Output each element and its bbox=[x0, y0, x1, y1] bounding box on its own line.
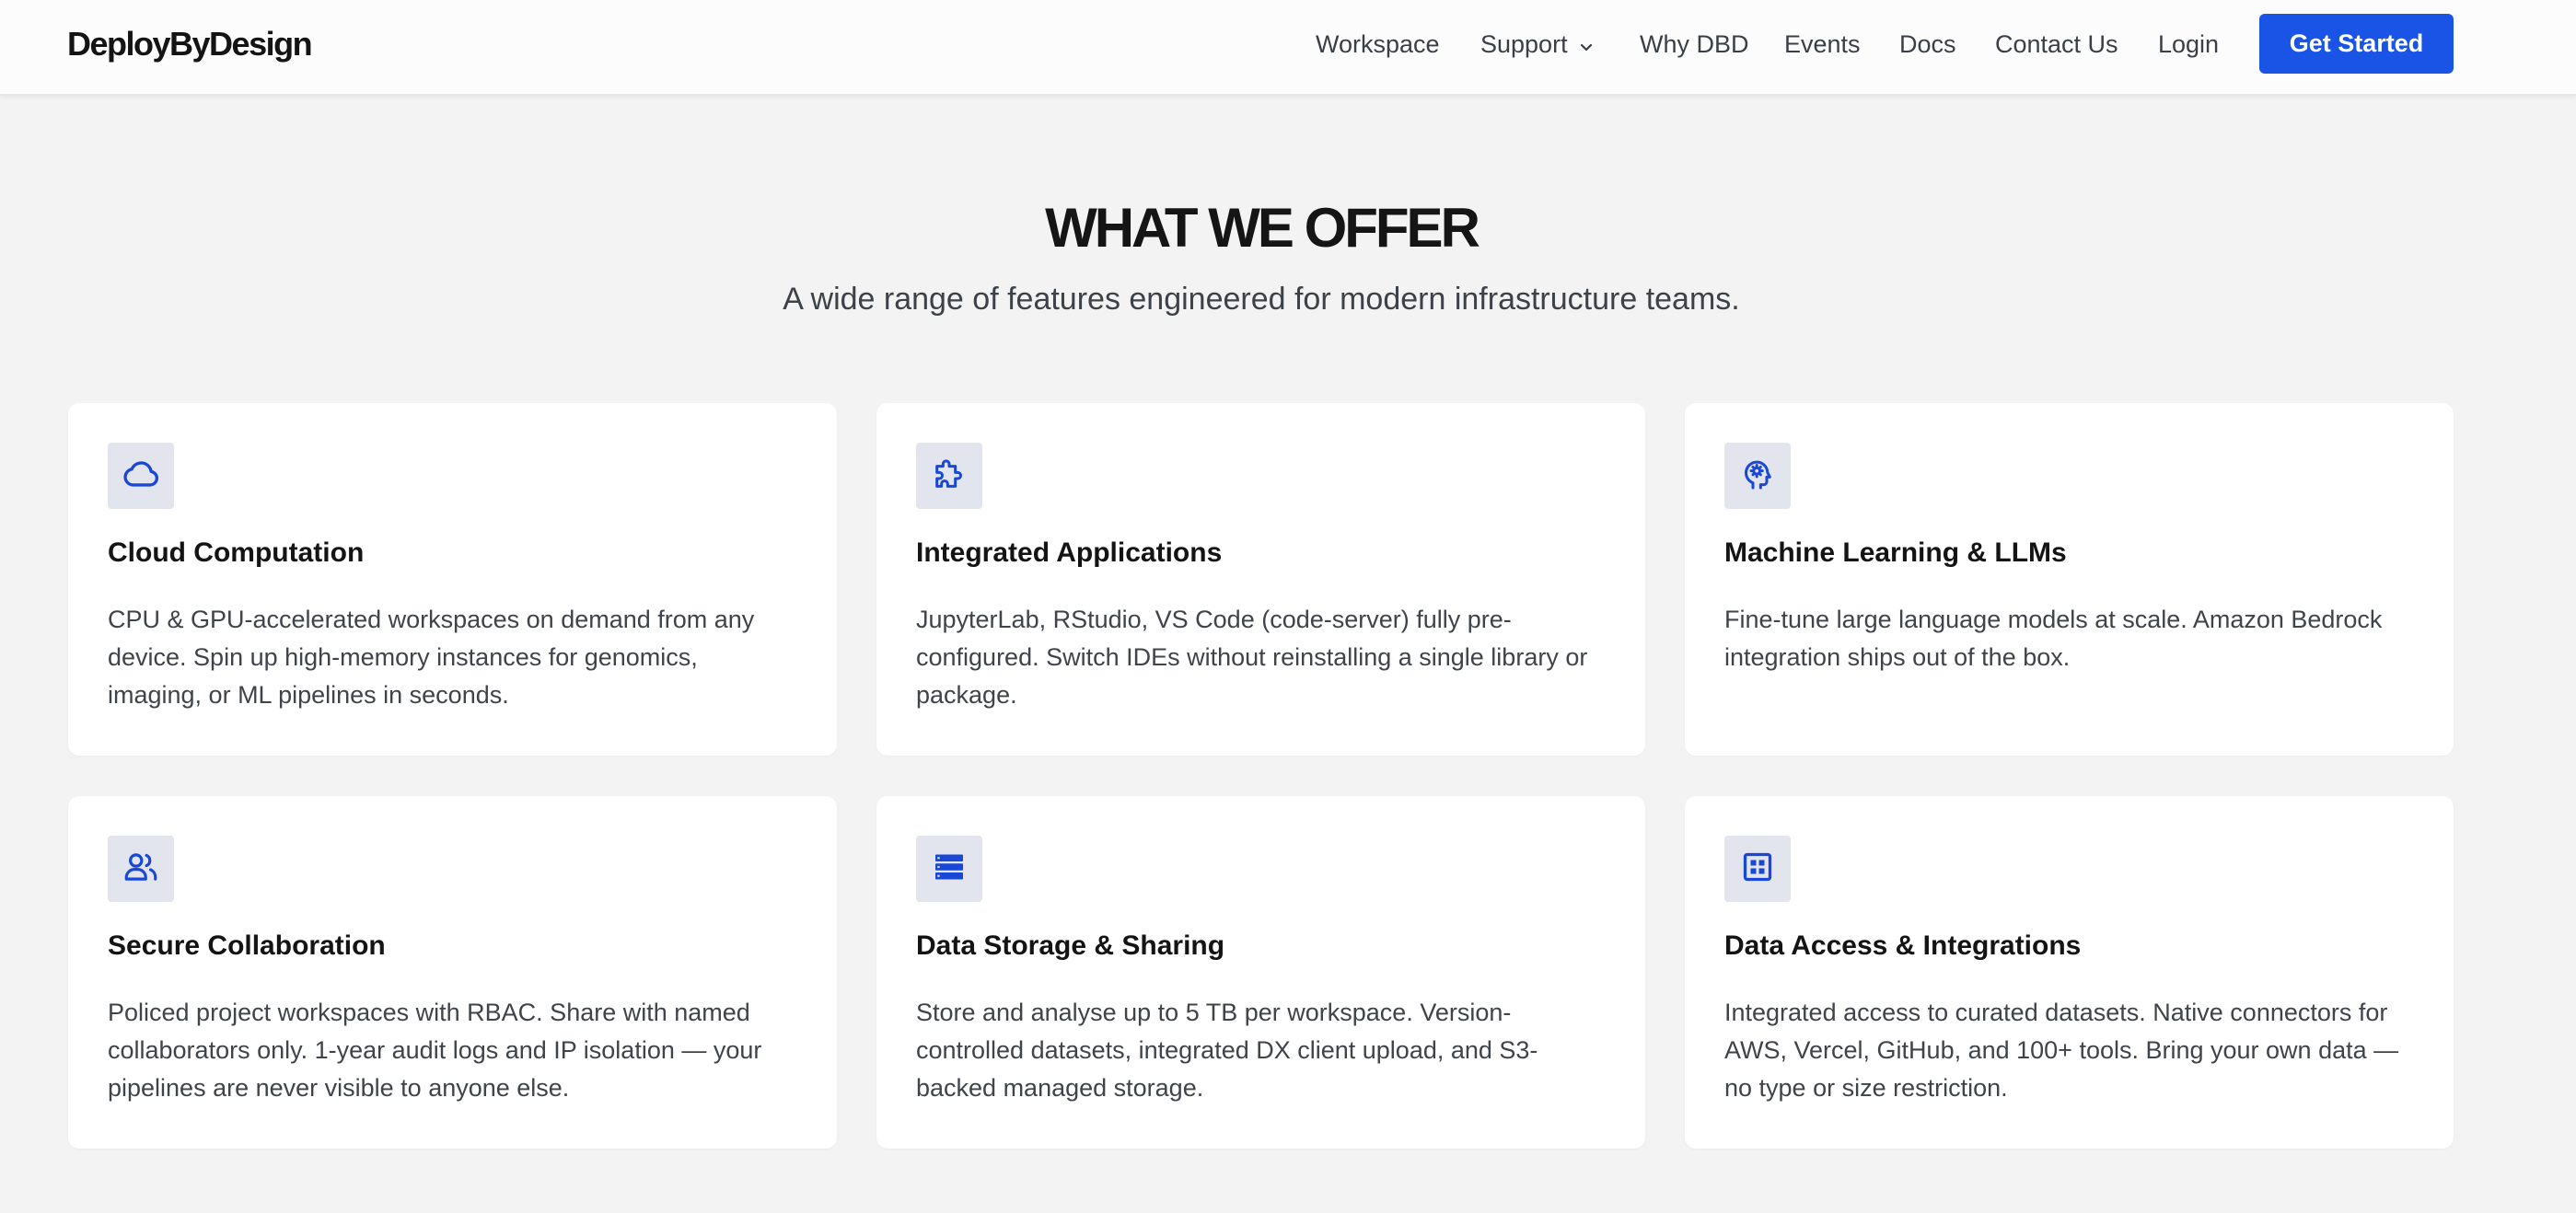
feature-title: Data Access & Integrations bbox=[1724, 930, 2082, 961]
feature-title: Secure Collaboration bbox=[108, 930, 386, 961]
feature-title: Data Storage & Sharing bbox=[916, 930, 1225, 961]
feature-description: Store and analyse up to 5 TB per workspa… bbox=[916, 999, 1538, 1102]
nav-item-docs[interactable]: Docs bbox=[1899, 20, 1956, 68]
feature-description: Integrated access to curated datasets. N… bbox=[1724, 999, 2399, 1102]
chevron-down-icon bbox=[1579, 22, 1594, 70]
feature-description: Policed project workspaces with RBAC. Sh… bbox=[108, 999, 762, 1102]
feature-description: Fine-tune large language models at scale… bbox=[1724, 606, 2383, 671]
feature-description: JupyterLab, RStudio, VS Code (code-serve… bbox=[916, 606, 1588, 709]
nav-item-events[interactable]: Events bbox=[1784, 20, 1861, 68]
feature-icon-tile bbox=[916, 836, 982, 902]
feature-card-cloud-computation: Cloud Computation CPU & GPU-accelerated … bbox=[68, 403, 837, 756]
users-icon bbox=[122, 848, 160, 891]
nav-item-why-dbd[interactable]: Why DBD bbox=[1640, 20, 1749, 68]
puzzle-icon bbox=[931, 456, 968, 497]
feature-icon-tile bbox=[1724, 836, 1791, 902]
feature-card-data-access: Data Access & Integrations Integrated ac… bbox=[1685, 796, 2454, 1149]
brain-gear-icon bbox=[1739, 456, 1776, 497]
feature-icon-tile bbox=[916, 443, 982, 509]
feature-title: Machine Learning & LLMs bbox=[1724, 537, 2067, 568]
get-started-button[interactable]: Get Started bbox=[2259, 14, 2454, 74]
feature-icon-tile bbox=[108, 836, 174, 902]
nav-item-support[interactable]: Support bbox=[1480, 20, 1594, 68]
nav-item-login[interactable]: Login bbox=[2158, 20, 2219, 68]
cloud-icon bbox=[121, 454, 161, 499]
top-navigation-bar: DeployByDesign Workspace Support Why DBD… bbox=[0, 0, 2576, 96]
feature-title: Integrated Applications bbox=[916, 537, 1223, 568]
logo[interactable]: DeployByDesign bbox=[67, 20, 313, 68]
feature-icon-tile bbox=[1724, 443, 1791, 509]
feature-description: CPU & GPU-accelerated workspaces on dema… bbox=[108, 606, 755, 709]
nav-item-workspace[interactable]: Workspace bbox=[1316, 20, 1440, 68]
grid-icon bbox=[1741, 850, 1774, 888]
section-title: WHAT WE OFFER bbox=[1045, 197, 1480, 259]
feature-card-machine-learning: Machine Learning & LLMs Fine-tune large … bbox=[1685, 403, 2454, 756]
server-icon bbox=[933, 850, 966, 888]
feature-card-data-storage: Data Storage & Sharing Store and analyse… bbox=[876, 796, 1645, 1149]
feature-card-secure-collaboration: Secure Collaboration Policed project wor… bbox=[68, 796, 837, 1149]
feature-card-integrated-applications: Integrated Applications JupyterLab, RStu… bbox=[876, 403, 1645, 756]
nav-item-label: Support bbox=[1480, 30, 1568, 58]
section-subtitle: A wide range of features engineered for … bbox=[783, 282, 1740, 317]
feature-icon-tile bbox=[108, 443, 174, 509]
feature-title: Cloud Computation bbox=[108, 537, 365, 568]
nav-item-contact-us[interactable]: Contact Us bbox=[1995, 20, 2118, 68]
